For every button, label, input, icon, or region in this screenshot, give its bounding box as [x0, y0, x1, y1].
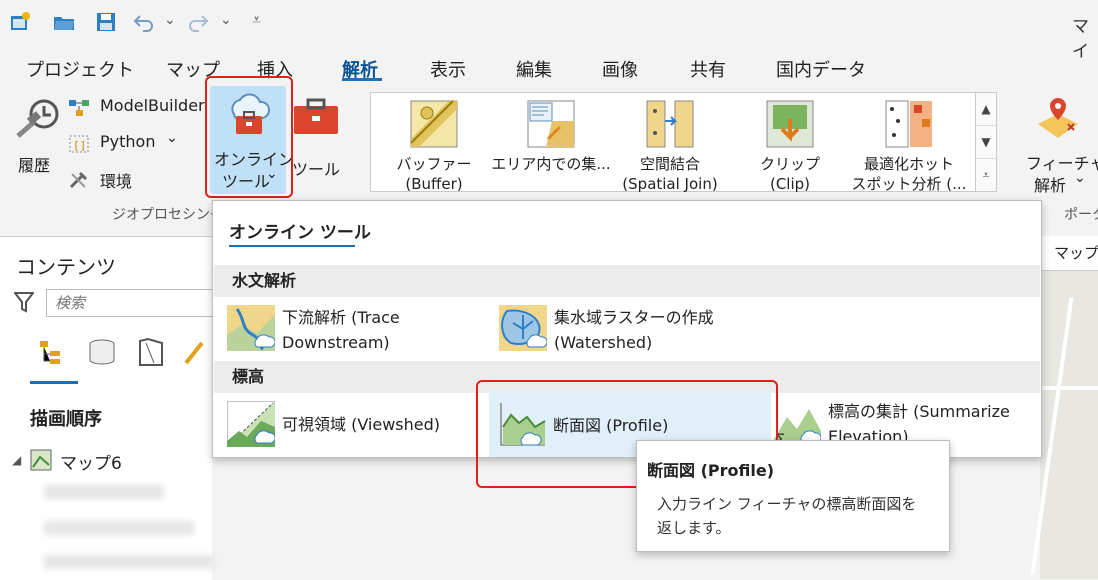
feature-analysis-button[interactable]: フィーチャ 解析 ⌄ — [1024, 90, 1098, 195]
summarize-elevation-icon: Σ — [773, 409, 821, 443]
feature-analysis-chevron-icon: ⌄ — [1074, 170, 1086, 186]
gallery-scroll: ▲ ▼ ⩡ — [975, 92, 997, 192]
list-by-source-icon[interactable] — [86, 337, 118, 367]
dropdown-title-underline — [229, 245, 355, 247]
section-hydrology: 水文解析 — [214, 265, 1040, 297]
map-road-2 — [1040, 386, 1098, 390]
tab-imagery[interactable]: 画像 — [602, 56, 638, 82]
tools-button[interactable]: ツール — [292, 96, 346, 179]
blurred-layer-1 — [44, 485, 164, 499]
open-project-icon[interactable] — [52, 10, 76, 34]
drawing-order-heading: 描画順序 — [30, 409, 102, 430]
blurred-layer-2 — [44, 521, 194, 535]
customize-qat-icon[interactable]: ⩡ — [252, 10, 261, 30]
python-icon: [] — [69, 135, 89, 153]
gallery-item-summarize-within[interactable]: エリア内での集... — [491, 99, 611, 174]
map-icon — [30, 449, 52, 471]
profile-tooltip: 断面図 (Profile) 入力ライン フィーチャの標高断面図を 返します。 — [636, 440, 950, 552]
gallery-item-clip[interactable]: クリップ (Clip) — [745, 99, 835, 194]
svg-text:[]: [] — [73, 139, 86, 152]
trace-downstream-icon — [227, 305, 275, 351]
tool-summarize-elevation[interactable]: Σ 標高の集計 (Summarize Elevation) — [773, 395, 1039, 443]
contents-view-indicator — [30, 381, 78, 384]
redo-dropdown-chevron[interactable]: ⌄ — [220, 12, 232, 28]
list-by-editing-icon[interactable] — [182, 337, 210, 367]
tab-share[interactable]: 共有 — [690, 56, 726, 82]
python-chevron-icon: ⌄ — [166, 130, 178, 146]
summarize-within-icon — [527, 100, 575, 148]
filter-icon[interactable] — [14, 291, 34, 313]
clip-icon — [766, 100, 814, 148]
geoprocessing-gallery: バッファー (Buffer) エリア内での集... 空間結合 (Spatial … — [370, 92, 977, 194]
tool-watershed[interactable]: 集水域ラスターの作成 (Watershed) — [499, 299, 759, 359]
tool-viewshed[interactable]: 可視領域 (Viewshed) — [227, 395, 477, 455]
tab-project[interactable]: プロジェクト — [26, 56, 134, 82]
gallery-scroll-up[interactable]: ▲ — [976, 93, 996, 126]
gallery-item-buffer[interactable]: バッファー (Buffer) — [389, 99, 479, 194]
dropdown-title: オンライン ツール — [229, 223, 371, 243]
undo-dropdown-chevron[interactable]: ⌄ — [164, 12, 176, 28]
map-layer-name[interactable]: マップ6 — [60, 449, 122, 474]
history-button[interactable]: 履歴 — [12, 94, 64, 176]
active-tab-indicator — [342, 78, 382, 81]
ribbon-tab-bar: プロジェクト マップ 挿入 解析 表示 編集 画像 共有 国内データ — [0, 44, 1098, 88]
new-project-icon[interactable] — [8, 10, 32, 34]
tool-trace-downstream[interactable]: 下流解析 (Trace Downstream) — [227, 299, 487, 359]
modelbuilder-icon — [69, 100, 89, 116]
map-view-tab[interactable]: マップ6 — [1040, 236, 1098, 271]
map-expand-icon[interactable]: ◢ — [12, 453, 21, 467]
contents-search-input[interactable] — [46, 289, 224, 317]
history-icon — [16, 99, 59, 138]
redo-icon[interactable] — [186, 10, 210, 34]
tooltip-title: 断面図 (Profile) — [647, 461, 775, 480]
tab-view[interactable]: 表示 — [430, 56, 466, 82]
highlight-box-online-tools — [205, 76, 293, 198]
gallery-item-optimized-hot-spot[interactable]: 最適化ホット スポット分析 (... — [849, 99, 969, 194]
gallery-scroll-down[interactable]: ▼ — [976, 126, 996, 159]
group-label-geoprocessing: ジオプロセシング — [112, 207, 224, 223]
gallery-expand[interactable]: ⩡ — [976, 159, 996, 191]
hot-spot-icon — [885, 100, 932, 148]
tooltip-desc-line2: 返します。 — [657, 519, 731, 537]
toolbox-icon — [294, 98, 338, 134]
tab-japan-data[interactable]: 国内データ — [776, 56, 866, 82]
undo-icon[interactable] — [132, 10, 156, 34]
quick-access-toolbar: ⌄ ⌄ ⩡ マイ — [0, 0, 1098, 62]
blurred-layer-3 — [44, 555, 214, 569]
map-view[interactable]: マップ6 — [1030, 236, 1098, 579]
watershed-icon — [499, 305, 547, 351]
tab-edit[interactable]: 編集 — [516, 56, 552, 82]
spatial-join-icon — [646, 100, 694, 148]
gallery-item-spatial-join[interactable]: 空間結合 (Spatial Join) — [615, 99, 725, 194]
buffer-icon — [410, 100, 458, 148]
list-by-drawing-order-icon[interactable] — [36, 337, 68, 367]
feature-analysis-icon — [1038, 98, 1078, 138]
python-button[interactable]: [] Python ⌄ — [68, 130, 188, 156]
environments-button[interactable]: 環境 — [68, 168, 148, 192]
modelbuilder-button[interactable]: ModelBuilder — [68, 96, 205, 120]
contents-pane: コンテンツ 描画順序 ◢ マップ6 — [0, 236, 224, 580]
viewshed-icon — [227, 401, 275, 447]
tooltip-desc-line1: 入力ライン フィーチャの標高断面図を — [657, 495, 917, 513]
group-label-portal: ポータ — [1064, 207, 1098, 223]
contents-title: コンテンツ — [16, 255, 116, 279]
save-project-icon[interactable] — [94, 10, 118, 34]
environments-icon — [69, 171, 88, 189]
list-by-selection-icon[interactable] — [136, 337, 166, 367]
